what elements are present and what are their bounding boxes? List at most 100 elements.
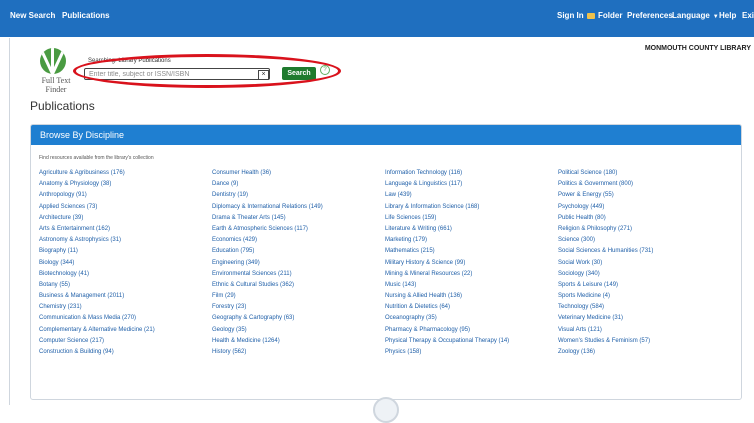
discipline-link[interactable]: Engineering (349): [212, 258, 380, 269]
discipline-link[interactable]: Oceanography (35): [385, 313, 553, 324]
discipline-link[interactable]: Computer Science (217): [39, 336, 207, 347]
discipline-link[interactable]: Construction & Building (94): [39, 347, 207, 358]
main-content: Full Text Finder Searching: Library Publ…: [9, 38, 754, 405]
discipline-link[interactable]: Sports & Leisure (149): [558, 280, 726, 291]
discipline-link[interactable]: Psychology (449): [558, 202, 726, 213]
discipline-column-1: Agriculture & Agribusiness (176) Anatomy …: [39, 168, 207, 358]
logo-emblem-icon: [40, 48, 66, 74]
discipline-link[interactable]: Dentistry (19): [212, 190, 380, 201]
discipline-link[interactable]: Chemistry (231): [39, 302, 207, 313]
discipline-link[interactable]: Information Technology (116): [385, 168, 553, 179]
discipline-link[interactable]: Biotechnology (41): [39, 269, 207, 280]
discipline-link[interactable]: Anatomy & Physiology (38): [39, 179, 207, 190]
discipline-link[interactable]: Applied Sciences (73): [39, 202, 207, 213]
discipline-link[interactable]: Drama & Theater Arts (145): [212, 213, 380, 224]
discipline-link[interactable]: Technology (584): [558, 302, 726, 313]
search-scope-label: Searching: Library Publications: [88, 58, 171, 64]
browse-by-discipline-panel: Browse By Discipline Find resources avai…: [30, 124, 742, 400]
discipline-link[interactable]: Zoology (136): [558, 347, 726, 358]
folder-link[interactable]: Folder: [587, 11, 622, 20]
folder-label: Folder: [598, 11, 623, 20]
discipline-link[interactable]: Complementary & Alternative Medicine (21…: [39, 325, 207, 336]
publications-link[interactable]: Publications: [62, 11, 110, 20]
discipline-link[interactable]: Nursing & Allied Health (136): [385, 291, 553, 302]
discipline-link[interactable]: Life Sciences (159): [385, 213, 553, 224]
discipline-link[interactable]: Astronomy & Astrophysics (31): [39, 235, 207, 246]
discipline-link[interactable]: Music (143): [385, 280, 553, 291]
discipline-link[interactable]: Pharmacy & Pharmacology (95): [385, 325, 553, 336]
sign-in-link[interactable]: Sign In: [557, 11, 584, 20]
new-search-link[interactable]: New Search: [10, 11, 55, 20]
discipline-link[interactable]: Social Sciences & Humanities (731): [558, 246, 726, 257]
discipline-link[interactable]: Film (29): [212, 291, 380, 302]
caret-down-icon: ▼: [712, 14, 719, 20]
discipline-link[interactable]: Forestry (23): [212, 302, 380, 313]
discipline-link[interactable]: Social Work (30): [558, 258, 726, 269]
clear-search-button[interactable]: ×: [258, 70, 269, 80]
discipline-link[interactable]: Biography (11): [39, 246, 207, 257]
publication-search-input[interactable]: [84, 68, 270, 80]
discipline-link[interactable]: Ethnic & Cultural Studies (362): [212, 280, 380, 291]
discipline-column-3: Information Technology (116) Language & L…: [385, 168, 553, 358]
discipline-link[interactable]: Biology (344): [39, 258, 207, 269]
discipline-link[interactable]: Diplomacy & International Relations (149…: [212, 202, 380, 213]
logo-text: Full Text Finder: [36, 76, 76, 94]
discipline-link[interactable]: Environmental Sciences (211): [212, 269, 380, 280]
discipline-link[interactable]: Veterinary Medicine (31): [558, 313, 726, 324]
discipline-link[interactable]: Marketing (179): [385, 235, 553, 246]
discipline-link[interactable]: Education (795): [212, 246, 380, 257]
discipline-link[interactable]: Dance (9): [212, 179, 380, 190]
discipline-link[interactable]: Science (300): [558, 235, 726, 246]
discipline-link[interactable]: Botany (55): [39, 280, 207, 291]
panel-intro-text: Find resources available from the librar…: [39, 155, 154, 161]
discipline-link[interactable]: Physical Therapy & Occupational Therapy …: [385, 336, 553, 347]
discipline-link[interactable]: Language & Linguistics (117): [385, 179, 553, 190]
discipline-link[interactable]: Mathematics (215): [385, 246, 553, 257]
preferences-link[interactable]: Preferences: [627, 11, 673, 20]
discipline-link[interactable]: Sports Medicine (4): [558, 291, 726, 302]
discipline-link[interactable]: Communication & Mass Media (270): [39, 313, 207, 324]
discipline-link[interactable]: Anthropology (91): [39, 190, 207, 201]
folder-icon: [587, 12, 595, 19]
discipline-link[interactable]: Military History & Science (99): [385, 258, 553, 269]
panel-header: Browse By Discipline: [31, 125, 741, 145]
discipline-link[interactable]: Law (439): [385, 190, 553, 201]
discipline-link[interactable]: Consumer Health (36): [212, 168, 380, 179]
discipline-link[interactable]: Library & Information Science (168): [385, 202, 553, 213]
discipline-column-4: Political Science (180) Politics & Govern…: [558, 168, 726, 358]
discipline-link[interactable]: Mining & Mineral Resources (22): [385, 269, 553, 280]
discipline-link[interactable]: Politics & Government (800): [558, 179, 726, 190]
discipline-link[interactable]: Power & Energy (55): [558, 190, 726, 201]
full-text-finder-logo: Full Text Finder: [36, 46, 76, 96]
discipline-link[interactable]: Geography & Cartography (63): [212, 313, 380, 324]
discipline-link[interactable]: Architecture (39): [39, 213, 207, 224]
logo-line-1: Full Text: [41, 76, 71, 85]
discipline-link[interactable]: Economics (429): [212, 235, 380, 246]
discipline-column-2: Consumer Health (36) Dance (9) Dentistry (…: [212, 168, 380, 358]
search-help-icon[interactable]: ?: [320, 65, 330, 75]
discipline-link[interactable]: Physics (158): [385, 347, 553, 358]
discipline-link[interactable]: Arts & Entertainment (162): [39, 224, 207, 235]
discipline-link[interactable]: Health & Medicine (1264): [212, 336, 380, 347]
bottom-circle-icon: [373, 397, 399, 423]
discipline-link[interactable]: Sociology (340): [558, 269, 726, 280]
discipline-link[interactable]: Political Science (180): [558, 168, 726, 179]
discipline-link[interactable]: Women's Studies & Feminism (57): [558, 336, 726, 347]
exit-link[interactable]: Exit: [742, 11, 754, 20]
discipline-link[interactable]: Geology (35): [212, 325, 380, 336]
discipline-link[interactable]: Literature & Writing (661): [385, 224, 553, 235]
discipline-link[interactable]: Agriculture & Agribusiness (176): [39, 168, 207, 179]
discipline-link[interactable]: Earth & Atmospheric Sciences (117): [212, 224, 380, 235]
discipline-link[interactable]: Visual Arts (121): [558, 325, 726, 336]
top-navigation-bar: New Search Publications Sign In Folder P…: [0, 0, 754, 37]
language-dropdown[interactable]: Language ▼: [672, 11, 719, 20]
discipline-link[interactable]: History (562): [212, 347, 380, 358]
help-link[interactable]: Help: [719, 11, 736, 20]
discipline-link[interactable]: Business & Management (2011): [39, 291, 207, 302]
library-name: MONMOUTH COUNTY LIBRARY: [644, 45, 751, 52]
discipline-link[interactable]: Public Health (80): [558, 213, 726, 224]
discipline-link[interactable]: Religion & Philosophy (271): [558, 224, 726, 235]
discipline-link[interactable]: Nutrition & Dietetics (64): [385, 302, 553, 313]
page-title: Publications: [30, 99, 95, 113]
search-button[interactable]: Search: [282, 67, 316, 80]
